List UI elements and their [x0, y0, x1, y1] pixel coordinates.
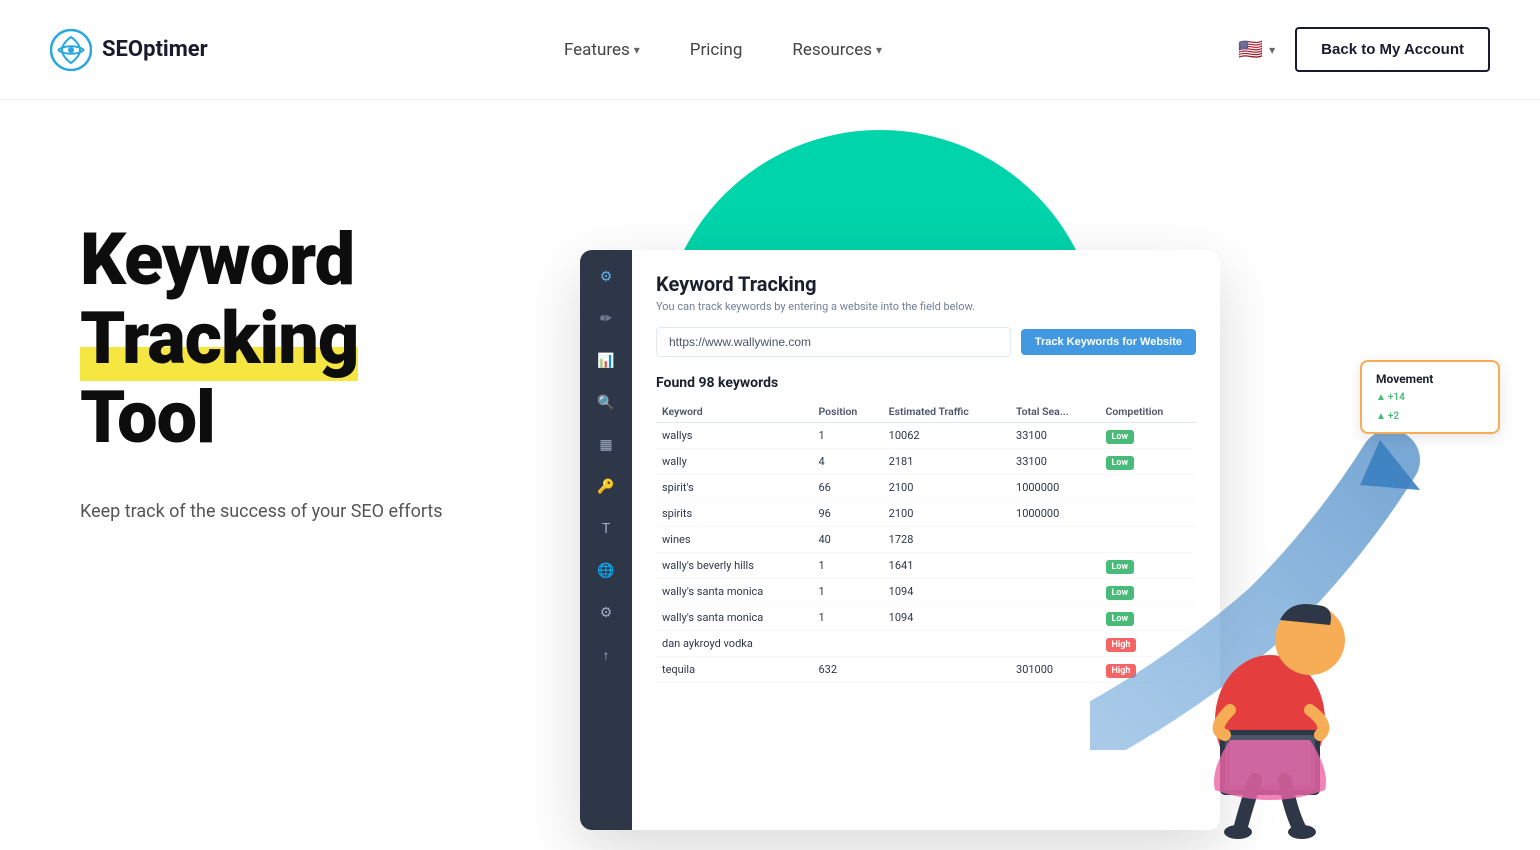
- db-search-input[interactable]: [656, 327, 1011, 357]
- sidebar-upload-icon: ↑: [595, 644, 617, 666]
- nav-pricing[interactable]: Pricing: [690, 40, 743, 60]
- sidebar-edit-icon: ✏: [595, 308, 617, 330]
- sidebar-key-icon: 🔑: [595, 476, 617, 498]
- sidebar-chart-icon: 📊: [595, 350, 617, 372]
- db-search-row: Track Keywords for Website: [656, 327, 1196, 357]
- db-found-text: Found 98 keywords: [656, 375, 1196, 391]
- nav-resources[interactable]: Resources ▾: [792, 40, 882, 60]
- main-nav: Features ▾ Pricing Resources ▾: [564, 40, 882, 60]
- sidebar-globe-icon: 🌐: [595, 560, 617, 582]
- lang-chevron-icon: ▾: [1269, 43, 1275, 57]
- sidebar-settings-icon: ⚙: [595, 602, 617, 624]
- col-competition: Competition: [1100, 401, 1197, 423]
- features-chevron-icon: ▾: [634, 43, 640, 57]
- movement-value-1: ▲ +14: [1376, 392, 1484, 403]
- header-right: 🇺🇸 ▾ Back to My Account: [1238, 27, 1490, 72]
- back-to-account-button[interactable]: Back to My Account: [1295, 27, 1490, 72]
- col-keyword: Keyword: [656, 401, 812, 423]
- sidebar-search-icon: 🔍: [595, 392, 617, 414]
- hero-section: Keyword Tracking Tool Keep track of the …: [80, 160, 560, 525]
- nav-features[interactable]: Features ▾: [564, 40, 640, 60]
- db-subtitle: You can track keywords by entering a web…: [656, 300, 1196, 313]
- logo-text: SEOptimer: [102, 37, 208, 62]
- character-illustration: [1160, 540, 1380, 840]
- col-total: Total Sea...: [1010, 401, 1099, 423]
- sidebar-text-icon: T: [595, 518, 617, 540]
- col-traffic: Estimated Traffic: [883, 401, 1010, 423]
- main-content: Keyword Tracking Tool Keep track of the …: [0, 100, 1540, 850]
- resources-chevron-icon: ▾: [876, 43, 882, 57]
- hero-subtitle: Keep track of the success of your SEO ef…: [80, 498, 560, 525]
- movement-tooltip: Movement ▲ +14 ▲ +2: [1360, 360, 1500, 434]
- sidebar-bar-icon: ▦: [595, 434, 617, 456]
- flag-icon: 🇺🇸: [1238, 37, 1263, 62]
- logo-icon: [50, 29, 92, 71]
- col-position: Position: [812, 401, 882, 423]
- db-sidebar: ⚙ ✏ 📊 🔍 ▦ 🔑 T 🌐 ⚙ ↑: [580, 250, 632, 830]
- logo[interactable]: SEOptimer: [50, 29, 208, 71]
- dashboard-preview: ⚙ ✏ 📊 🔍 ▦ 🔑 T 🌐 ⚙ ↑ Keyword Tracking You…: [560, 160, 1480, 850]
- movement-value-2: ▲ +2: [1376, 411, 1484, 422]
- language-selector[interactable]: 🇺🇸 ▾: [1238, 37, 1275, 62]
- db-title: Keyword Tracking: [656, 272, 1196, 296]
- sidebar-gear-icon: ⚙: [595, 266, 617, 288]
- db-track-button[interactable]: Track Keywords for Website: [1021, 329, 1196, 355]
- movement-tooltip-title: Movement: [1376, 372, 1484, 386]
- hero-title: Keyword Tracking Tool: [80, 220, 560, 458]
